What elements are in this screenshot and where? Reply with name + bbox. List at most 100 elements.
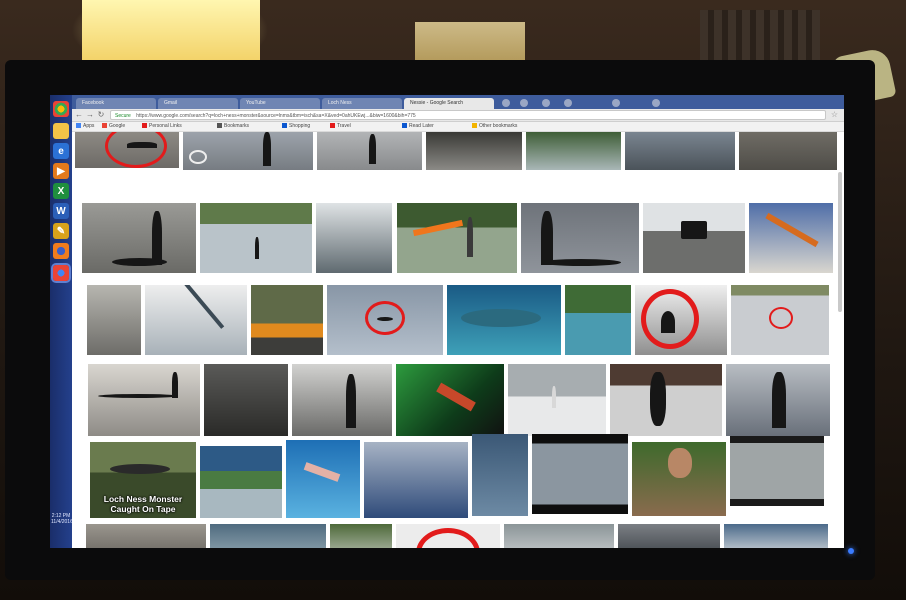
bookmark-item[interactable]: Other bookmarks — [472, 123, 517, 129]
image-thumbnail[interactable] — [286, 440, 360, 518]
image-thumbnail[interactable] — [724, 524, 828, 548]
image-thumbnail[interactable] — [330, 524, 392, 548]
paint-icon[interactable]: ✎ — [53, 223, 69, 239]
bookmark-item[interactable]: Bookmarks — [217, 123, 249, 129]
image-thumbnail[interactable] — [292, 364, 392, 436]
tab-icon[interactable] — [542, 99, 550, 107]
tab-icon[interactable] — [652, 99, 660, 107]
image-thumbnail[interactable] — [251, 285, 323, 355]
word-icon[interactable]: W — [53, 203, 69, 219]
bookmark-icon — [282, 123, 287, 129]
bookmark-label: Apps — [83, 123, 95, 129]
tab-icon[interactable] — [612, 99, 620, 107]
image-thumbnail[interactable] — [327, 285, 443, 355]
browser-tab[interactable]: Gmail — [158, 98, 238, 109]
browser-tab[interactable]: Facebook — [76, 98, 156, 109]
bookmark-item[interactable]: Shopping — [282, 123, 310, 129]
bookmark-item[interactable]: Google — [102, 123, 125, 129]
image-thumbnail[interactable] — [726, 364, 830, 436]
image-thumbnail[interactable] — [532, 434, 628, 514]
bookmark-label: Travel — [337, 123, 351, 129]
image-thumbnail[interactable] — [504, 524, 614, 548]
image-thumbnail[interactable] — [364, 442, 468, 518]
chrome-icon[interactable] — [53, 101, 69, 117]
tab-strip: Facebook Gmail YouTube Loch Ness Nessie … — [72, 95, 844, 109]
image-thumbnail[interactable] — [88, 364, 200, 436]
folder-icon[interactable] — [53, 123, 69, 139]
desk-lamp — [415, 22, 525, 64]
bookmark-icon — [102, 123, 107, 129]
image-thumbnail[interactable] — [200, 203, 312, 273]
tab-icon[interactable] — [520, 99, 528, 107]
screen: e ▶ X W ✎ 2:12 PM 11/4/2016 Facebook Gma… — [50, 95, 844, 548]
image-thumbnail[interactable] — [396, 524, 500, 548]
bookmark-icon — [330, 123, 335, 129]
image-thumbnail[interactable] — [472, 434, 528, 516]
image-thumbnail[interactable] — [145, 285, 247, 355]
image-thumbnail[interactable] — [86, 524, 206, 548]
bookmark-item[interactable]: Apps — [76, 123, 94, 129]
bookmark-item[interactable]: Personal Links — [142, 123, 182, 129]
media-player-icon[interactable]: ▶ — [53, 163, 69, 179]
new-tab-button[interactable] — [502, 99, 510, 107]
image-thumbnail[interactable] — [87, 285, 141, 355]
image-thumbnail[interactable] — [210, 524, 326, 548]
chrome-active-icon[interactable] — [53, 265, 69, 281]
bookmark-label: Shopping — [289, 123, 311, 129]
image-thumbnail[interactable] — [508, 364, 606, 436]
image-thumbnail[interactable] — [739, 132, 837, 170]
image-thumbnail[interactable] — [565, 285, 631, 355]
image-thumbnail[interactable] — [317, 132, 422, 170]
image-thumbnail[interactable] — [316, 203, 392, 273]
secure-label: Secure — [115, 113, 131, 119]
bookmark-label: Other bookmarks — [479, 123, 518, 129]
image-thumbnail[interactable] — [730, 436, 824, 506]
image-thumbnail[interactable] — [204, 364, 288, 436]
browser-tab[interactable]: YouTube — [240, 98, 320, 109]
image-thumbnail[interactable] — [731, 285, 829, 355]
forward-icon[interactable]: → — [85, 110, 95, 120]
bookmark-icon — [217, 123, 222, 129]
reload-icon[interactable]: ↻ — [96, 110, 106, 120]
image-thumbnail[interactable] — [397, 203, 517, 273]
image-thumbnail[interactable] — [183, 132, 313, 170]
scrollbar[interactable] — [838, 172, 842, 312]
image-thumbnail[interactable] — [610, 364, 722, 436]
image-thumbnail[interactable] — [447, 285, 561, 355]
tab-icon[interactable] — [564, 99, 572, 107]
image-thumbnail[interactable] — [521, 203, 639, 273]
image-thumbnail[interactable] — [618, 524, 720, 548]
image-thumbnail[interactable] — [632, 442, 726, 516]
bookmark-label: Personal Links — [149, 123, 182, 129]
windows-taskbar: e ▶ X W ✎ 2:12 PM 11/4/2016 — [50, 95, 73, 548]
back-icon[interactable]: ← — [74, 110, 84, 120]
image-thumbnail[interactable] — [396, 364, 504, 436]
firefox-icon[interactable] — [53, 243, 69, 259]
browser-tab[interactable]: Loch Ness — [322, 98, 402, 109]
image-thumbnail[interactable] — [82, 203, 196, 273]
bookmark-icon — [402, 123, 407, 129]
toolbar: ← → ↻ Secure https://www.google.com/sear… — [72, 109, 844, 122]
bookmarks-bar: Apps Google Personal Links Bookmarks Shoppin… — [72, 122, 844, 132]
image-thumbnail[interactable] — [625, 132, 735, 170]
image-thumbnail[interactable] — [426, 132, 522, 170]
image-thumbnail[interactable] — [200, 446, 282, 518]
image-thumbnail[interactable]: Loch Ness Monster Caught On Tape — [90, 442, 196, 518]
address-bar[interactable]: Secure https://www.google.com/search?q=l… — [110, 110, 826, 120]
excel-icon[interactable]: X — [53, 183, 69, 199]
taskbar-clock[interactable]: 2:12 PM 11/4/2016 — [51, 513, 73, 525]
bookmark-star-icon[interactable]: ☆ — [831, 110, 838, 119]
ceiling-lamp — [82, 0, 260, 60]
bookmark-icon — [142, 123, 147, 129]
bookmark-item[interactable]: Travel — [330, 123, 351, 129]
internet-explorer-icon[interactable]: e — [53, 143, 69, 159]
image-thumbnail[interactable] — [643, 203, 745, 273]
browser-tab-active[interactable]: Nessie - Google Search — [404, 98, 494, 109]
image-thumbnail[interactable] — [635, 285, 727, 355]
bookmark-label: Google — [109, 123, 126, 129]
bookmark-label: Read Later — [409, 123, 434, 129]
image-thumbnail[interactable] — [526, 132, 621, 170]
bookmark-item[interactable]: Read Later — [402, 123, 434, 129]
image-thumbnail[interactable] — [749, 203, 833, 273]
image-thumbnail[interactable] — [75, 132, 179, 168]
